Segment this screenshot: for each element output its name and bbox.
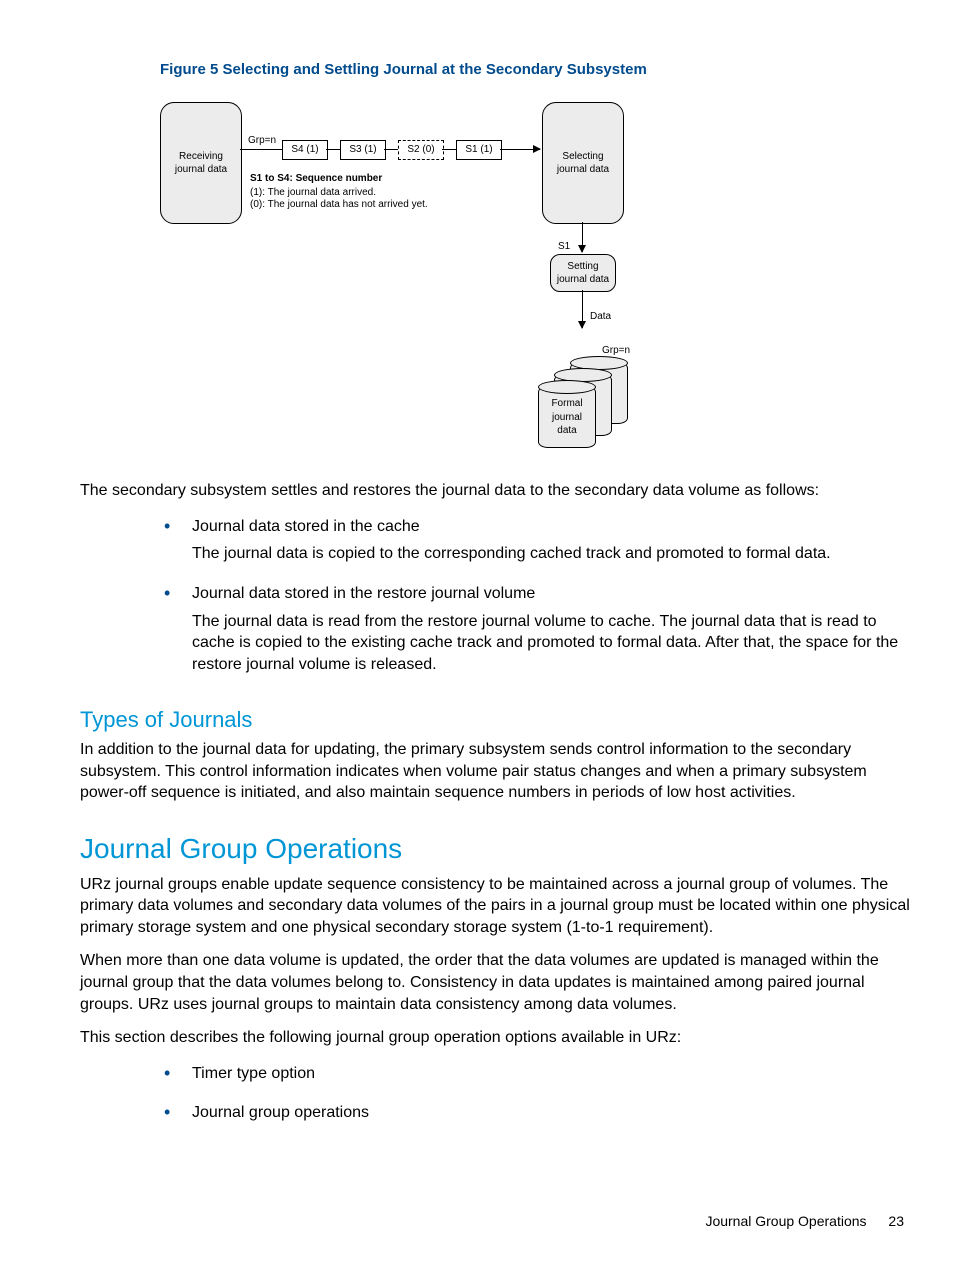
arrow-down xyxy=(582,222,583,252)
bullet-body: The journal data is read from the restor… xyxy=(192,611,914,676)
heading-types-of-journals: Types of Journals xyxy=(80,705,914,735)
arrow-right xyxy=(500,149,540,150)
bullet-list-2: Timer type option Journal group operatio… xyxy=(160,1063,914,1124)
seq-box-s4: S4 (1) xyxy=(282,140,328,160)
grp-label: Grp=n xyxy=(248,134,276,148)
setting-box: Setting journal data xyxy=(550,254,616,292)
list-item: Journal group operations xyxy=(160,1102,914,1124)
arrow-down xyxy=(582,290,583,328)
connector-line xyxy=(240,149,282,150)
seq-box-s3: S3 (1) xyxy=(340,140,386,160)
intro-paragraph: The secondary subsystem settles and rest… xyxy=(80,480,914,502)
list-item: Journal data stored in the restore journ… xyxy=(160,583,914,675)
seq-connector xyxy=(442,149,456,150)
bullet-body: The journal data is copied to the corres… xyxy=(192,543,914,565)
figure-diagram: Receiving journal data Grp=n S4 (1) S3 (… xyxy=(160,92,720,462)
bullet-list-1: Journal data stored in the cache The jou… xyxy=(160,516,914,676)
list-item: Journal data stored in the cache The jou… xyxy=(160,516,914,565)
data-label: Data xyxy=(590,310,611,324)
page-footer: Journal Group Operations 23 xyxy=(705,1212,904,1231)
document-page: Figure 5 Selecting and Settling Journal … xyxy=(0,0,954,1271)
bullet-title: Journal group operations xyxy=(192,1102,914,1124)
ops-paragraph-2: When more than one data volume is update… xyxy=(80,950,914,1015)
figure-caption: Figure 5 Selecting and Settling Journal … xyxy=(160,60,914,80)
page-number: 23 xyxy=(888,1213,904,1229)
legend-title: S1 to S4: Sequence number xyxy=(250,172,382,186)
legend-line-0: (0): The journal data has not arrived ye… xyxy=(250,198,428,212)
seq-box-s2: S2 (0) xyxy=(398,140,444,160)
seq-box-s1: S1 (1) xyxy=(456,140,502,160)
cylinder-front: Formal journal data xyxy=(538,386,596,448)
list-item: Timer type option xyxy=(160,1063,914,1085)
bullet-title: Journal data stored in the restore journ… xyxy=(192,583,914,605)
selecting-box: Selecting journal data xyxy=(542,102,624,224)
seq-connector xyxy=(384,149,398,150)
heading-journal-group-operations: Journal Group Operations xyxy=(80,830,914,868)
footer-text: Journal Group Operations xyxy=(705,1213,866,1229)
ops-paragraph-3: This section describes the following jou… xyxy=(80,1027,914,1049)
bullet-title: Journal data stored in the cache xyxy=(192,516,914,538)
s1-label: S1 xyxy=(558,240,570,254)
bullet-title: Timer type option xyxy=(192,1063,914,1085)
types-paragraph: In addition to the journal data for upda… xyxy=(80,739,914,804)
receiving-box: Receiving journal data xyxy=(160,102,242,224)
seq-connector xyxy=(326,149,340,150)
ops-paragraph-1: URz journal groups enable update sequenc… xyxy=(80,874,914,939)
